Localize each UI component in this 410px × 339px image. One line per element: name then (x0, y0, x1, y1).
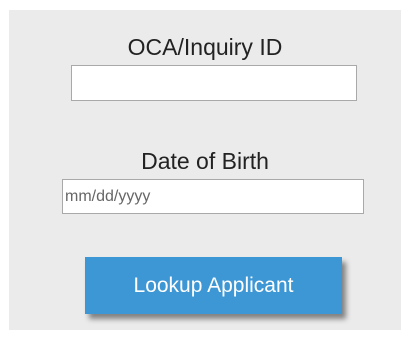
lookup-applicant-button[interactable]: Lookup Applicant (85, 257, 342, 314)
date-of-birth-input[interactable] (62, 179, 364, 214)
oca-inquiry-id-label: OCA/Inquiry ID (127, 34, 283, 60)
applicant-lookup-form: OCA/Inquiry ID Date of Birth Lookup Appl… (9, 10, 401, 330)
oca-inquiry-id-input[interactable] (71, 65, 357, 101)
date-of-birth-label: Date of Birth (141, 148, 269, 174)
